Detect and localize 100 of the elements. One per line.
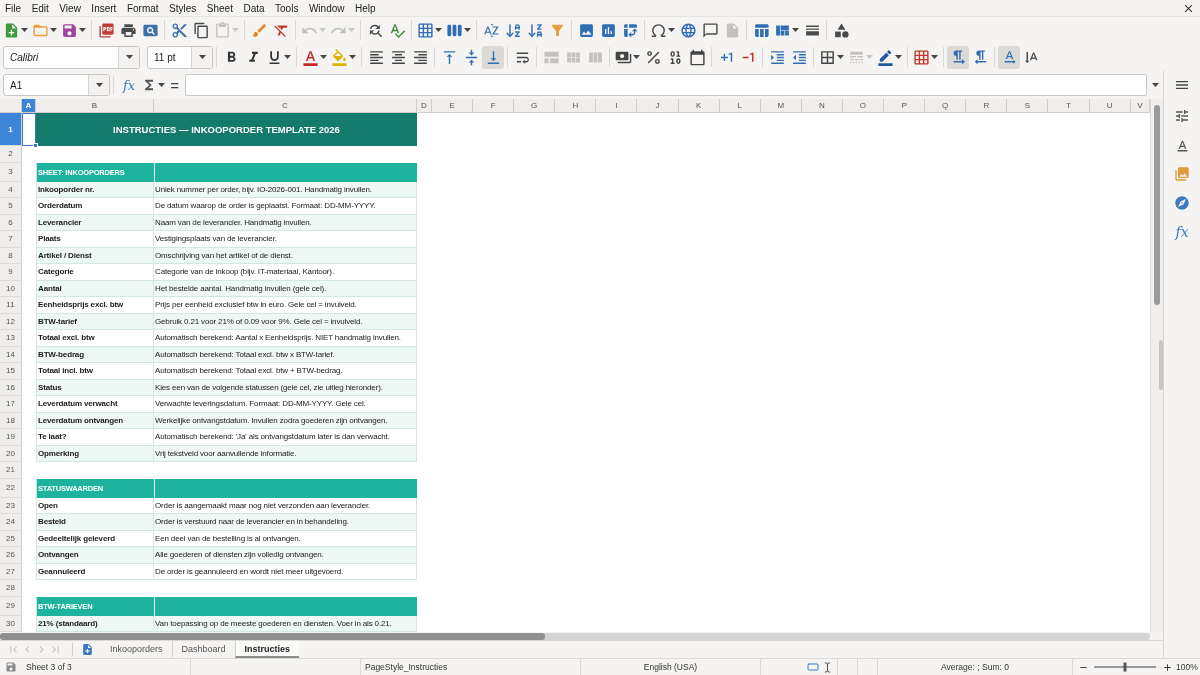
menu-item[interactable]: Tools xyxy=(270,0,304,16)
column-header[interactable]: E xyxy=(432,99,474,113)
row-header[interactable]: 28 xyxy=(0,580,22,597)
row-header[interactable]: 17 xyxy=(0,396,22,413)
row-header[interactable]: 26 xyxy=(0,547,22,564)
document-plus-icon xyxy=(80,643,94,656)
column-header[interactable]: J xyxy=(637,99,679,113)
column-header[interactable]: U xyxy=(1089,99,1131,113)
column-header[interactable]: R xyxy=(966,99,1008,113)
row-header[interactable]: 9 xyxy=(0,264,22,281)
caret-icon xyxy=(232,28,239,32)
globe-icon xyxy=(679,21,697,39)
vertical-scrollbar[interactable] xyxy=(1150,99,1163,632)
column-header[interactable]: K xyxy=(678,99,720,113)
column-header[interactable]: P xyxy=(884,99,926,113)
row-header[interactable]: 24 xyxy=(0,514,22,531)
menu-item[interactable]: File xyxy=(0,0,27,16)
horizontal-scrollbar[interactable] xyxy=(0,632,1150,640)
formula-button[interactable]: = xyxy=(167,74,182,96)
clipboard-icon xyxy=(214,21,231,39)
field-description: Automatisch berekend: 'Ja' als ontvangstdatum later is dan verwacht. xyxy=(154,429,417,446)
field-description: Alle goederen of diensten zijn volledig ontvangen. xyxy=(154,547,417,564)
column-header[interactable]: B xyxy=(36,99,154,113)
rectangle-icon xyxy=(807,661,819,673)
row-header[interactable]: 1 xyxy=(0,113,22,146)
row-header[interactable]: 21 xyxy=(0,462,22,479)
row-header[interactable]: 15 xyxy=(0,363,22,380)
caret-icon xyxy=(50,28,57,32)
column-header[interactable]: G xyxy=(514,99,556,113)
caret-icon xyxy=(633,55,640,59)
column-header[interactable]: A xyxy=(22,99,36,113)
column-header[interactable]: H xyxy=(555,99,597,113)
column-header[interactable]: Q xyxy=(925,99,967,113)
column-header[interactable]: S xyxy=(1007,99,1049,113)
column-header[interactable]: F xyxy=(473,99,515,113)
outdent-icon xyxy=(790,48,808,66)
functions-button[interactable]: fx xyxy=(1169,220,1195,244)
column-header[interactable]: L xyxy=(719,99,761,113)
dropdown-button[interactable] xyxy=(118,46,139,68)
sheet-count: Sheet 3 of 3 xyxy=(26,662,72,672)
align-bottom-button[interactable] xyxy=(482,45,504,69)
scrollbar-thumb[interactable] xyxy=(0,632,545,640)
menu-item[interactable]: Insert xyxy=(86,0,122,16)
row-header[interactable]: 7 xyxy=(0,231,22,248)
row-header[interactable]: 5 xyxy=(0,198,22,215)
sheet-tab[interactable]: Instructies xyxy=(234,641,300,658)
sort-descending-icon xyxy=(526,21,544,39)
column-header[interactable]: M xyxy=(760,99,802,113)
sort-alpha-icon xyxy=(482,21,500,39)
column-header[interactable]: D xyxy=(417,99,432,113)
caret-icon xyxy=(284,55,291,59)
printer-icon xyxy=(119,21,137,39)
caret-icon xyxy=(435,28,442,32)
function-wizard-button[interactable]: fx xyxy=(119,74,140,96)
column-header[interactable]: V xyxy=(1130,99,1150,113)
column-header[interactable]: T xyxy=(1048,99,1090,113)
bar-chart-icon xyxy=(599,21,617,39)
compass-icon xyxy=(1174,195,1190,211)
column-header[interactable]: I xyxy=(596,99,638,113)
caret-icon xyxy=(931,55,938,59)
menu-item[interactable]: Data xyxy=(238,0,271,16)
font-size-field[interactable]: 11 pt xyxy=(147,45,213,69)
column-header[interactable]: O xyxy=(842,99,885,113)
brush-icon xyxy=(250,21,268,39)
left-to-right-button[interactable] xyxy=(947,45,969,69)
caret-icon xyxy=(320,55,327,59)
menu-item[interactable]: Sheet xyxy=(201,0,239,16)
menu-item[interactable]: Help xyxy=(350,0,382,16)
percent-icon xyxy=(644,48,662,66)
row-header[interactable]: 2 xyxy=(0,146,22,163)
horizontal-text-button[interactable] xyxy=(998,45,1020,69)
menu-item[interactable]: Styles xyxy=(164,0,202,16)
sheet-tab[interactable]: Dashboard xyxy=(171,641,235,658)
row-header[interactable]: 13 xyxy=(0,330,22,347)
zoom-in-button[interactable] xyxy=(1161,661,1173,673)
formula-input[interactable] xyxy=(184,74,1147,96)
menu-item[interactable]: Window xyxy=(303,0,350,16)
sidebar-handle[interactable] xyxy=(1159,340,1163,390)
menu-item[interactable]: View xyxy=(54,0,87,16)
table-icon xyxy=(752,21,770,39)
caret-icon xyxy=(125,55,133,59)
scrollbar-thumb[interactable] xyxy=(1154,105,1160,305)
column-header[interactable]: C xyxy=(154,99,417,113)
column-header[interactable]: N xyxy=(801,99,843,113)
slider-thumb[interactable] xyxy=(1123,662,1127,672)
copy-icon xyxy=(192,21,210,39)
dropdown-button[interactable] xyxy=(191,46,212,68)
fill-handle[interactable] xyxy=(33,143,38,148)
dropdown-button[interactable] xyxy=(88,75,109,95)
image-icon xyxy=(577,21,595,39)
font-name-field[interactable]: Calibri xyxy=(3,45,140,69)
sheet-tab[interactable]: Inkooporders xyxy=(101,641,172,658)
menu-item[interactable]: Format xyxy=(121,0,165,16)
row-header[interactable]: 11 xyxy=(0,297,22,314)
row-header[interactable]: 19 xyxy=(0,429,22,446)
menu-item[interactable]: Edit xyxy=(26,0,55,16)
field-label: Leverdatum verwacht xyxy=(36,396,154,413)
align-right-icon xyxy=(411,48,429,66)
spellcheck-icon xyxy=(388,21,406,39)
name-box[interactable]: A1 xyxy=(3,74,110,96)
